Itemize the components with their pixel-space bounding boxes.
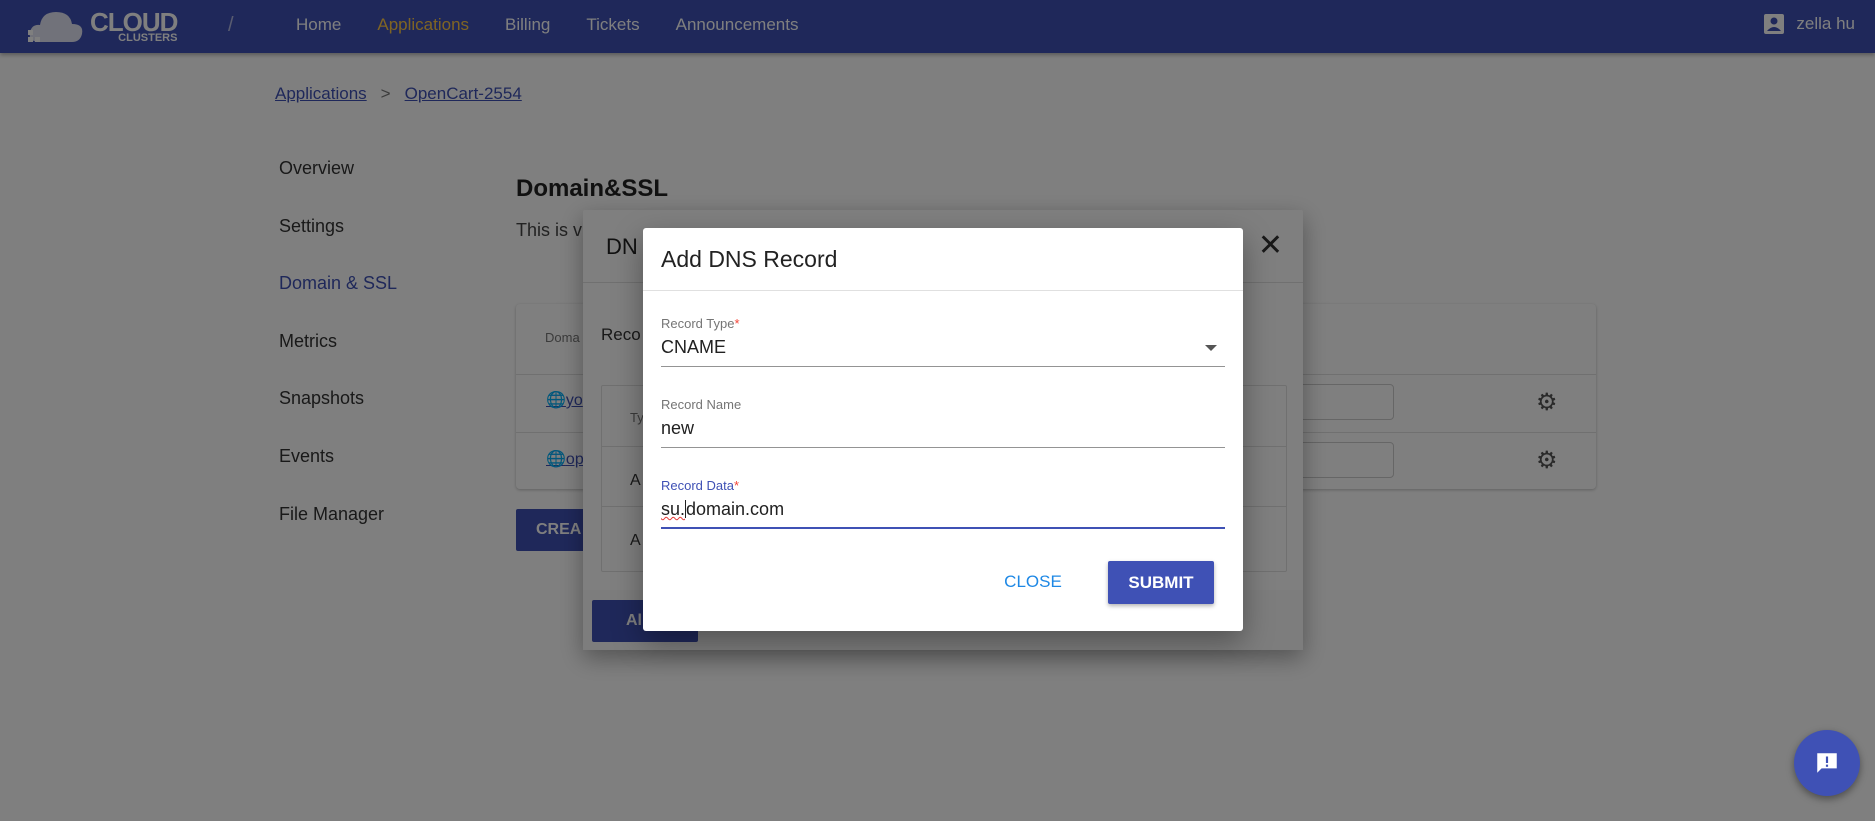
record-type-value[interactable]: CNAME <box>661 337 1225 367</box>
record-name-label: Record Name <box>661 397 742 412</box>
dialog-divider <box>643 290 1243 291</box>
dropdown-arrow-icon[interactable] <box>1205 345 1217 351</box>
required-mark: * <box>734 316 740 331</box>
record-type-label: Record Type* <box>661 316 740 331</box>
spellcheck-text: su. <box>661 499 686 519</box>
record-name-input[interactable]: new <box>661 418 1225 448</box>
required-mark: * <box>733 478 740 493</box>
feedback-button[interactable] <box>1794 730 1860 796</box>
feedback-icon <box>1817 753 1837 773</box>
submit-button[interactable]: SUBMIT <box>1108 561 1214 604</box>
record-data-label: Record Data* <box>661 478 740 493</box>
record-type-select[interactable]: Record Type* CNAME <box>661 316 1225 367</box>
close-button[interactable]: CLOSE <box>993 561 1073 603</box>
add-dns-record-dialog: Add DNS Record Record Type* CNAME Record… <box>643 228 1243 631</box>
record-data-input[interactable]: su.domain.com <box>661 499 1225 529</box>
record-name-field[interactable]: Record Name new <box>661 397 1225 448</box>
record-data-field[interactable]: Record Data* su.domain.com <box>661 478 1225 529</box>
dialog-title: Add DNS Record <box>661 246 838 272</box>
